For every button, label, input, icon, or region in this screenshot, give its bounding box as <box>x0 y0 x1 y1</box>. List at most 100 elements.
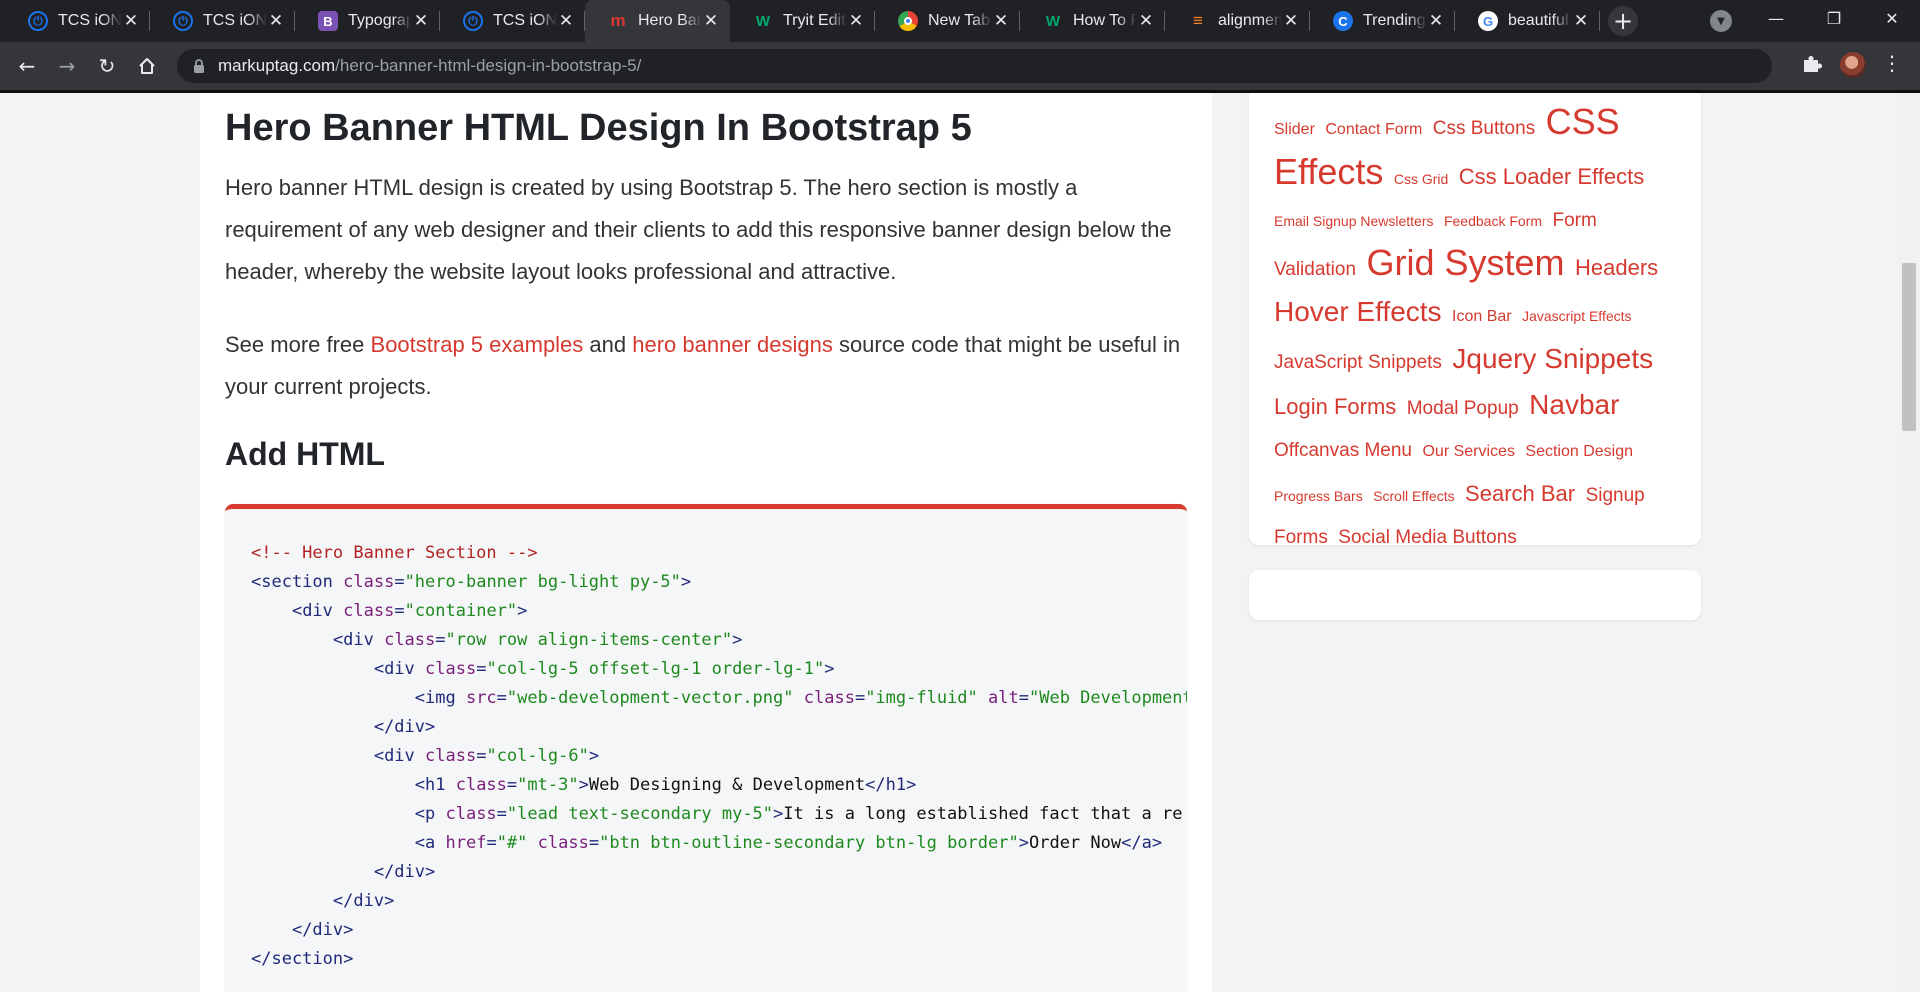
tag-link[interactable]: Scroll Effects <box>1373 488 1454 504</box>
tab-title: Typograph <box>348 12 412 29</box>
code-line: </section> <box>251 945 1187 974</box>
code-token: </div> <box>373 717 436 737</box>
tag-link[interactable]: Navbar <box>1529 389 1619 420</box>
code-token: = <box>506 775 518 795</box>
tag-link[interactable]: Modal Popup <box>1407 398 1519 419</box>
tab-11[interactable]: Gbeautiful ✕ <box>1455 0 1600 42</box>
tab-title: TCS iON D <box>493 12 557 29</box>
see-more-paragraph: See more free Bootstrap 5 examples and h… <box>225 324 1185 408</box>
bootstrap-5-examples-link[interactable]: Bootstrap 5 examples <box>371 332 584 357</box>
tag-link[interactable]: Our Services <box>1422 443 1514 460</box>
tab-close-icon[interactable]: ✕ <box>1137 11 1155 31</box>
tag-link[interactable]: Grid System <box>1367 242 1565 283</box>
code-token: = <box>486 833 497 853</box>
tab-2[interactable]: ⏻ TCS iON D✕ <box>150 0 295 42</box>
tab-close-icon[interactable]: ✕ <box>557 11 575 31</box>
tag-link[interactable]: Slider <box>1274 121 1315 138</box>
forward-arrow-icon[interactable]: → <box>53 52 81 80</box>
code-token: = <box>588 833 600 853</box>
tcs-ion-icon: ⏻ <box>173 11 193 31</box>
google-icon: G <box>1478 11 1498 31</box>
new-tab-button[interactable]: + <box>1608 6 1638 36</box>
tab-close-icon[interactable]: ✕ <box>267 11 285 31</box>
profile-avatar[interactable] <box>1840 52 1866 78</box>
code-line: <div class="col-lg-5 offset-lg-1 order-l… <box>251 655 1187 684</box>
menu-kebab-icon[interactable]: ⋮ <box>1882 51 1902 75</box>
tag-link[interactable]: Search Bar <box>1465 481 1575 506</box>
tag-link[interactable]: Section Design <box>1525 443 1633 460</box>
tag-link[interactable]: Hover Effects <box>1274 296 1442 327</box>
tab-close-icon[interactable]: ✕ <box>1427 11 1445 31</box>
tag-link[interactable]: Css Loader Effects <box>1459 164 1644 189</box>
tag-link[interactable]: Css Buttons <box>1433 118 1535 139</box>
add-html-heading: Add HTML <box>225 436 385 472</box>
tag-link[interactable]: Contact Form <box>1325 121 1422 138</box>
tag-link[interactable]: Headers <box>1575 255 1658 280</box>
tag-link[interactable]: Css Grid <box>1394 171 1448 187</box>
chrome-icon <box>898 11 918 31</box>
reload-icon[interactable]: ↻ <box>93 52 121 80</box>
tag-link[interactable]: Javascript Effects <box>1522 308 1631 324</box>
tab-3[interactable]: B Typograph✕ <box>295 0 440 42</box>
tab-close-icon[interactable]: ✕ <box>702 11 720 31</box>
url-text[interactable]: markuptag.com/hero-banner-html-design-in… <box>218 56 641 76</box>
tab-9[interactable]: ≡ alignment ✕ <box>1165 0 1310 42</box>
tab-6[interactable]: W Tryit Editor✕ <box>730 0 875 42</box>
scrollbar-track[interactable] <box>1898 93 1920 992</box>
scrollbar-thumb[interactable] <box>1902 263 1916 431</box>
tab-4[interactable]: ⏻ TCS iON D✕ <box>440 0 585 42</box>
tag-link[interactable]: Social Media Buttons <box>1338 527 1517 548</box>
code-line: <!-- Hero Banner Section --> <box>251 539 1187 568</box>
tag-link[interactable]: Login Forms <box>1274 394 1396 419</box>
home-icon[interactable] <box>133 52 161 80</box>
code-token: "row row align-items-center" <box>445 630 733 650</box>
restore-icon[interactable]: ❐ <box>1810 0 1858 36</box>
code-token: "hero-banner bg-light py-5" <box>404 572 681 592</box>
code-token: class <box>343 601 395 621</box>
code-token: It is a long established fact that a re <box>783 804 1183 824</box>
code-content: <!-- Hero Banner Section --> <section cla… <box>251 539 1187 974</box>
tag-link[interactable]: Progress Bars <box>1274 488 1363 504</box>
tag-link[interactable]: JavaScript Snippets <box>1274 352 1442 373</box>
tag-link[interactable]: Feedback Form <box>1444 213 1542 229</box>
tab-close-icon[interactable]: ✕ <box>122 11 140 31</box>
code-token: "Web Development" <box>1029 688 1187 708</box>
code-token: "col-lg-5 offset-lg-1 order-lg-1" <box>486 659 825 679</box>
back-arrow-icon[interactable]: ← <box>13 52 41 80</box>
tab-search-icon[interactable]: ▼ <box>1710 10 1732 32</box>
tab-7[interactable]: New Tab ✕ <box>875 0 1020 42</box>
code-token: <h1 <box>414 775 456 795</box>
tag-link[interactable]: Offcanvas Menu <box>1274 440 1412 461</box>
code-line: <div class="col-lg-6"> <box>251 742 1187 771</box>
tab-close-icon[interactable]: ✕ <box>412 11 430 31</box>
close-window-icon[interactable]: ✕ <box>1868 0 1916 36</box>
tab-1[interactable]: ⏻ TCS iON D✕ <box>5 0 150 42</box>
hero-banner-designs-link[interactable]: hero banner designs <box>632 332 833 357</box>
minimize-icon[interactable]: — <box>1752 0 1800 36</box>
tag-link[interactable]: Email Signup Newsletters <box>1274 213 1434 229</box>
tab-close-icon[interactable]: ✕ <box>992 11 1010 31</box>
tab-close-icon[interactable]: ✕ <box>847 11 865 31</box>
code-line: <div class="container"> <box>251 597 1187 626</box>
tab-8[interactable]: W How To P ✕ <box>1020 0 1165 42</box>
tab-5[interactable]: m Hero Banne✕ <box>585 0 730 42</box>
code-line: <div class="row row align-items-center"> <box>251 626 1187 655</box>
tag-link[interactable]: Icon Bar <box>1452 308 1512 325</box>
code-token: > <box>588 746 600 766</box>
code-token: "container" <box>404 601 518 621</box>
tab-10[interactable]: C Trending ✕ <box>1310 0 1455 42</box>
tab-close-icon[interactable]: ✕ <box>1282 11 1300 31</box>
extensions-puzzle-icon[interactable] <box>1800 52 1824 76</box>
tag-link[interactable]: Jquery Snippets <box>1452 343 1653 374</box>
address-bar[interactable]: markuptag.com/hero-banner-html-design-in… <box>177 49 1772 83</box>
code-line: <a href="#" class="btn btn-outline-secon… <box>251 829 1187 858</box>
code-block[interactable]: <!-- Hero Banner Section --> <section cla… <box>225 504 1187 992</box>
tab-close-icon[interactable]: ✕ <box>1572 11 1590 31</box>
article-title: Hero Banner HTML Design In Bootstrap 5 <box>225 107 972 149</box>
code-token: > <box>732 630 743 650</box>
